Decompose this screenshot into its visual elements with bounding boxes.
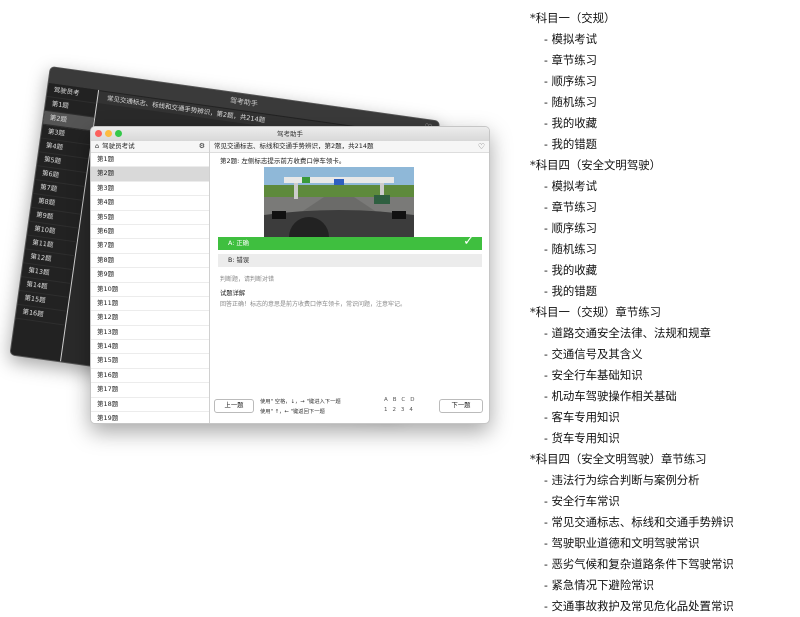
feature-list-item: - 顺序练习 (544, 221, 598, 235)
answer-letters: A B C D (384, 397, 417, 403)
question-list-item[interactable]: 第6题 (91, 225, 209, 240)
feature-list-item: - 违法行为综合判断与案例分析 (544, 473, 700, 487)
main-window: 驾考助手 ⌂ 驾驶员考试 ⚙ 第1题 第2题 第3题 第4题 第5题 第6题 第7题 第8题第… (90, 126, 490, 424)
breadcrumb: 常见交通标志、标线和交通手势辨识，第2题，共214题 ♡ (210, 141, 489, 153)
feature-list-item: - 我的收藏 (544, 116, 598, 130)
question-list-item[interactable]: 第17题 (91, 383, 209, 398)
question-panel: 常见交通标志、标线和交通手势辨识，第2题，共214题 ♡ 第2题: 左侧标志提示… (210, 141, 489, 423)
feature-list-item: - 机动车驾驶操作相关基础 (544, 389, 677, 403)
feature-list-item: - 恶劣气候和复杂道路条件下驾驶常识 (544, 557, 734, 571)
answer-numbers: 1 2 3 4 (384, 407, 415, 413)
explanation-text: 回答正确！标志的意思是前方收费口停车领卡，常识问题，注意牢记。 (220, 301, 407, 308)
option-b[interactable]: B: 错误 (218, 254, 482, 267)
question-list-item[interactable]: 第9题 (91, 268, 209, 283)
sidebar-title: 驾驶员考试 (102, 142, 135, 150)
feature-list: *科目一（交规） - 模拟考试 - 章节练习 - 顺序练习 - 随机练习 - 我的收藏 - … (530, 8, 734, 617)
question-list-item[interactable]: 第15题 (91, 354, 209, 369)
key-hint-next: 使用" 空格，↓，→ "键进入下一题 (260, 399, 341, 405)
question-list-item[interactable]: 第11题 (91, 297, 209, 312)
feature-list-item: - 交通事故救护及常见危化品处置常识 (544, 599, 734, 613)
feature-list-item: - 章节练习 (544, 200, 598, 214)
bottom-bar: 上一题 使用" 空格，↓，→ "键进入下一题 使用" ↑，← "键返回下一题 A… (210, 393, 489, 423)
feature-list-item: - 紧急情况下避险常识 (544, 578, 654, 592)
gear-icon[interactable]: ⚙ (199, 141, 205, 152)
question-text: 第2题: 左侧标志提示前方收费口停车领卡。 (220, 157, 346, 165)
question-list-item[interactable]: 第2题 (91, 167, 209, 182)
feature-list-item: - 章节练习 (544, 53, 598, 67)
feature-list-item: - 常见交通标志、标线和交通手势辨识 (544, 515, 734, 529)
question-list-item[interactable]: 第3题 (91, 182, 209, 197)
question-list-item[interactable]: 第7题 (91, 239, 209, 254)
next-question-button[interactable]: 下一题 (439, 399, 483, 413)
question-list-item[interactable]: 第8题 (91, 254, 209, 269)
option-a[interactable]: A: 正确 ✓ (218, 234, 482, 250)
home-icon[interactable]: ⌂ (95, 141, 99, 152)
feature-list-item: - 顺序练习 (544, 74, 598, 88)
feature-section-heading: *科目四（安全文明驾驶） (530, 158, 661, 172)
minimize-button[interactable] (105, 130, 112, 137)
feature-list-item: - 客车专用知识 (544, 410, 620, 424)
back-window-title: 驾考助手 (229, 96, 259, 109)
feature-list-item: - 道路交通安全法律、法规和规章 (544, 326, 711, 340)
question-list-item[interactable]: 第10题 (91, 283, 209, 297)
feature-list-item: - 模拟考试 (544, 32, 598, 46)
feature-list-item: - 我的收藏 (544, 263, 598, 277)
question-list-item[interactable]: 第12题 (91, 311, 209, 326)
window-title: 驾考助手 (277, 130, 303, 138)
check-icon: ✓ (463, 234, 474, 249)
key-hint-prev: 使用" ↑，← "键返回下一题 (260, 409, 325, 415)
feature-list-item: - 随机练习 (544, 242, 598, 256)
explanation-title: 试题详解 (220, 290, 246, 297)
feature-list-item: - 驾驶职业道德和文明驾驶常识 (544, 536, 700, 550)
question-list: 第1题 第2题 第3题 第4题 第5题 第6题 第7题 第8题 第9题 第10题 第11题 第12题第… (91, 153, 209, 423)
question-list-item[interactable]: 第13题 (91, 326, 209, 341)
feature-section-heading: *科目一（交规）章节练习 (530, 305, 661, 319)
heart-icon[interactable]: ♡ (478, 141, 485, 152)
feature-section-heading: *科目一（交规） (530, 11, 616, 25)
prev-question-button[interactable]: 上一题 (214, 399, 254, 413)
question-list-item[interactable]: 第4题 (91, 196, 209, 211)
feature-list-item: - 货车专用知识 (544, 431, 620, 445)
question-list-item[interactable]: 第19题 (91, 412, 209, 423)
sidebar-header: ⌂ 驾驶员考试 ⚙ (91, 141, 209, 153)
question-list-item[interactable]: 第14题 (91, 340, 209, 355)
feature-list-item: - 随机练习 (544, 95, 598, 109)
titlebar: 驾考助手 (91, 127, 489, 142)
breadcrumb-text: 常见交通标志、标线和交通手势辨识，第2题，共214题 (214, 142, 374, 150)
feature-list-item: - 交通信号及其含义 (544, 347, 643, 361)
question-list-item[interactable]: 第5题 (91, 211, 209, 225)
option-a-label: A: 正确 (228, 240, 249, 247)
feature-list-item: - 安全行车基础知识 (544, 368, 643, 382)
question-type-hint: 判断题，请判断对错 (220, 276, 275, 283)
question-image (264, 167, 414, 237)
option-b-label: B: 错误 (228, 257, 250, 264)
feature-list-item: - 安全行车常识 (544, 494, 620, 508)
feature-list-item: - 我的错题 (544, 284, 598, 298)
back-sidebar: 驾驶员考 第1题 第2题 第3题 第4题 第5题 第6题 第7题 第8题 第9题 第10题 第11题第… (10, 82, 100, 362)
question-list-item[interactable]: 第16题 (91, 369, 209, 384)
window-controls (95, 130, 122, 137)
feature-section-heading: *科目四（安全文明驾驶）章节练习 (530, 452, 707, 466)
question-list-item[interactable]: 第1题 (91, 153, 209, 168)
close-button[interactable] (95, 130, 102, 137)
question-sidebar: ⌂ 驾驶员考试 ⚙ 第1题 第2题 第3题 第4题 第5题 第6题 第7题 第8题 第9题 第10… (91, 141, 210, 423)
question-list-item[interactable]: 第18题 (91, 398, 209, 413)
feature-list-item: - 模拟考试 (544, 179, 598, 193)
feature-list-item: - 我的错题 (544, 137, 598, 151)
zoom-button[interactable] (115, 130, 122, 137)
